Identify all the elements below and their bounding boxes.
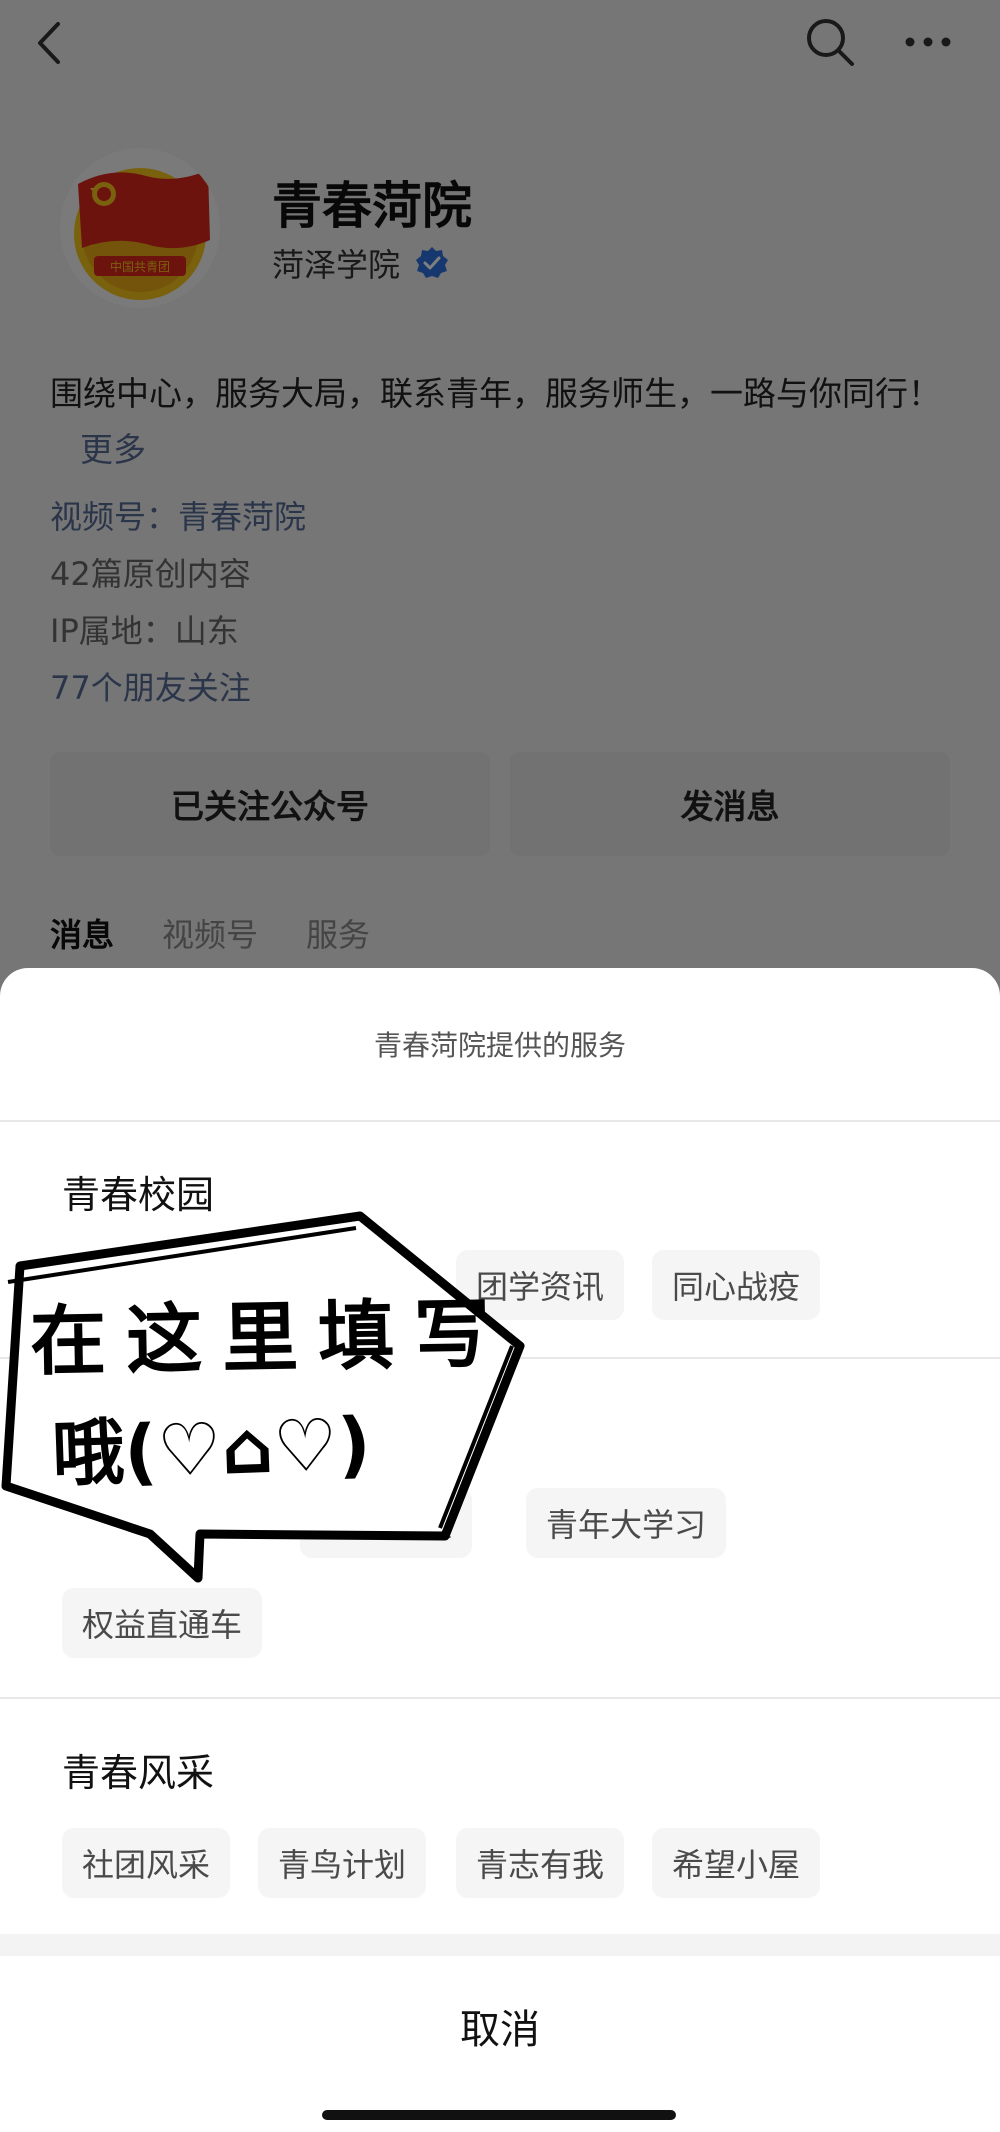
chip-youth-study[interactable]: 青年大学习 [526, 1488, 727, 1558]
chip-club-style[interactable]: 社团风采 [62, 1828, 231, 1898]
section-title-youth-style: 青春风采 [62, 1751, 215, 1795]
sticker-text-line2: 哦(♡⌂♡) [50, 1401, 373, 1497]
speech-bubble-sticker: 在这里填写 哦(♡⌂♡) [0, 1206, 530, 1586]
sticker-text-line1: 在这里填写 [29, 1288, 511, 1387]
divider [0, 1697, 1000, 1699]
chip-hope-house[interactable]: 希望小屋 [652, 1828, 821, 1898]
chip-bluebird-plan[interactable]: 青鸟计划 [258, 1828, 427, 1898]
sheet-title: 青春菏院提供的服务 [373, 1029, 626, 1062]
chip-volunteer[interactable]: 青志有我 [456, 1828, 625, 1898]
chip-rights-express[interactable]: 权益直通车 [62, 1588, 263, 1658]
cancel-button[interactable]: 取消 [0, 1956, 1000, 2096]
home-indicator [322, 2110, 676, 2120]
chip-fight-epidemic[interactable]: 同心战疫 [652, 1250, 821, 1320]
divider [0, 1120, 1000, 1122]
sheet-gap [0, 1934, 1000, 1956]
